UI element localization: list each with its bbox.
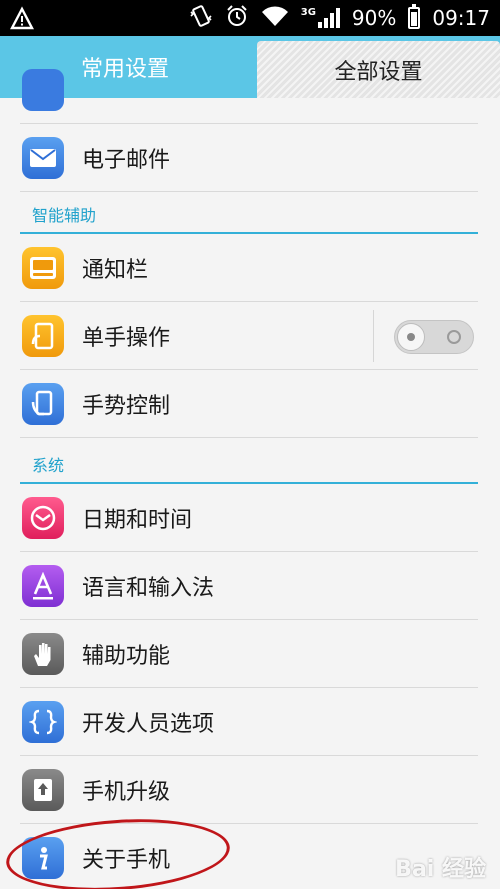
list-item-label: 日期和时间 bbox=[82, 507, 193, 533]
status-bar: 3G 90% 09:17 bbox=[0, 0, 500, 36]
list-item-partial[interactable] bbox=[20, 56, 478, 124]
toggle-off-indicator bbox=[447, 330, 461, 344]
email-icon bbox=[22, 136, 64, 179]
list-item-label: 辅助功能 bbox=[82, 643, 171, 669]
list-item-label: 通知栏 bbox=[82, 257, 149, 283]
list-item-date-time[interactable]: 日期和时间 bbox=[20, 484, 478, 552]
one-hand-toggle[interactable] bbox=[394, 320, 474, 354]
notification-bar-icon bbox=[22, 246, 64, 289]
list-item-language-input[interactable]: 语言和输入法 bbox=[20, 552, 478, 620]
settings-list[interactable]: 电子邮件 智能辅助 通知栏 单手操作 手势控制 系统 日期和时间 语言和输入法 … bbox=[0, 68, 500, 889]
one-hand-icon bbox=[22, 314, 64, 357]
upgrade-icon bbox=[22, 768, 64, 811]
list-item-notification-bar[interactable]: 通知栏 bbox=[20, 234, 478, 302]
list-item-label: 电子邮件 bbox=[82, 147, 171, 173]
toggle-knob bbox=[397, 323, 425, 351]
vibrate-icon bbox=[189, 4, 213, 33]
section-header-smart-assist: 智能辅助 bbox=[32, 206, 97, 225]
signal-icon bbox=[317, 8, 340, 28]
warning-icon bbox=[10, 6, 34, 30]
alarm-icon bbox=[225, 4, 249, 33]
braces-icon bbox=[22, 700, 64, 743]
list-item-label: 关于手机 bbox=[82, 847, 171, 873]
list-item-label: 手机升级 bbox=[82, 779, 171, 805]
section-header-system: 系统 bbox=[32, 456, 65, 475]
list-item-label: 单手操作 bbox=[82, 325, 171, 351]
list-item-gesture-control[interactable]: 手势控制 bbox=[20, 370, 478, 438]
list-item-label: 手势控制 bbox=[82, 393, 171, 419]
list-item-email[interactable]: 电子邮件 bbox=[20, 124, 478, 192]
list-item-one-hand-mode[interactable]: 单手操作 bbox=[20, 302, 478, 370]
list-item-label: 语言和输入法 bbox=[82, 575, 215, 601]
list-item-system-update[interactable]: 手机升级 bbox=[20, 756, 478, 824]
network-type-label: 3G bbox=[300, 6, 316, 18]
language-icon bbox=[22, 564, 64, 607]
battery-percent: 90% bbox=[351, 6, 397, 30]
list-item-accessibility[interactable]: 辅助功能 bbox=[20, 620, 478, 688]
gesture-icon bbox=[22, 382, 64, 425]
toggle-divider bbox=[373, 310, 374, 362]
clock-icon bbox=[22, 496, 64, 539]
watermark: Bai 经验 bbox=[395, 857, 486, 882]
app-icon bbox=[22, 68, 64, 111]
hand-icon bbox=[22, 632, 64, 675]
info-icon bbox=[22, 836, 64, 879]
list-item-label: 开发人员选项 bbox=[82, 711, 215, 737]
wifi-icon bbox=[261, 5, 289, 32]
battery-icon bbox=[408, 4, 421, 29]
clock-time: 09:17 bbox=[432, 6, 490, 30]
list-item-developer-options[interactable]: 开发人员选项 bbox=[20, 688, 478, 756]
